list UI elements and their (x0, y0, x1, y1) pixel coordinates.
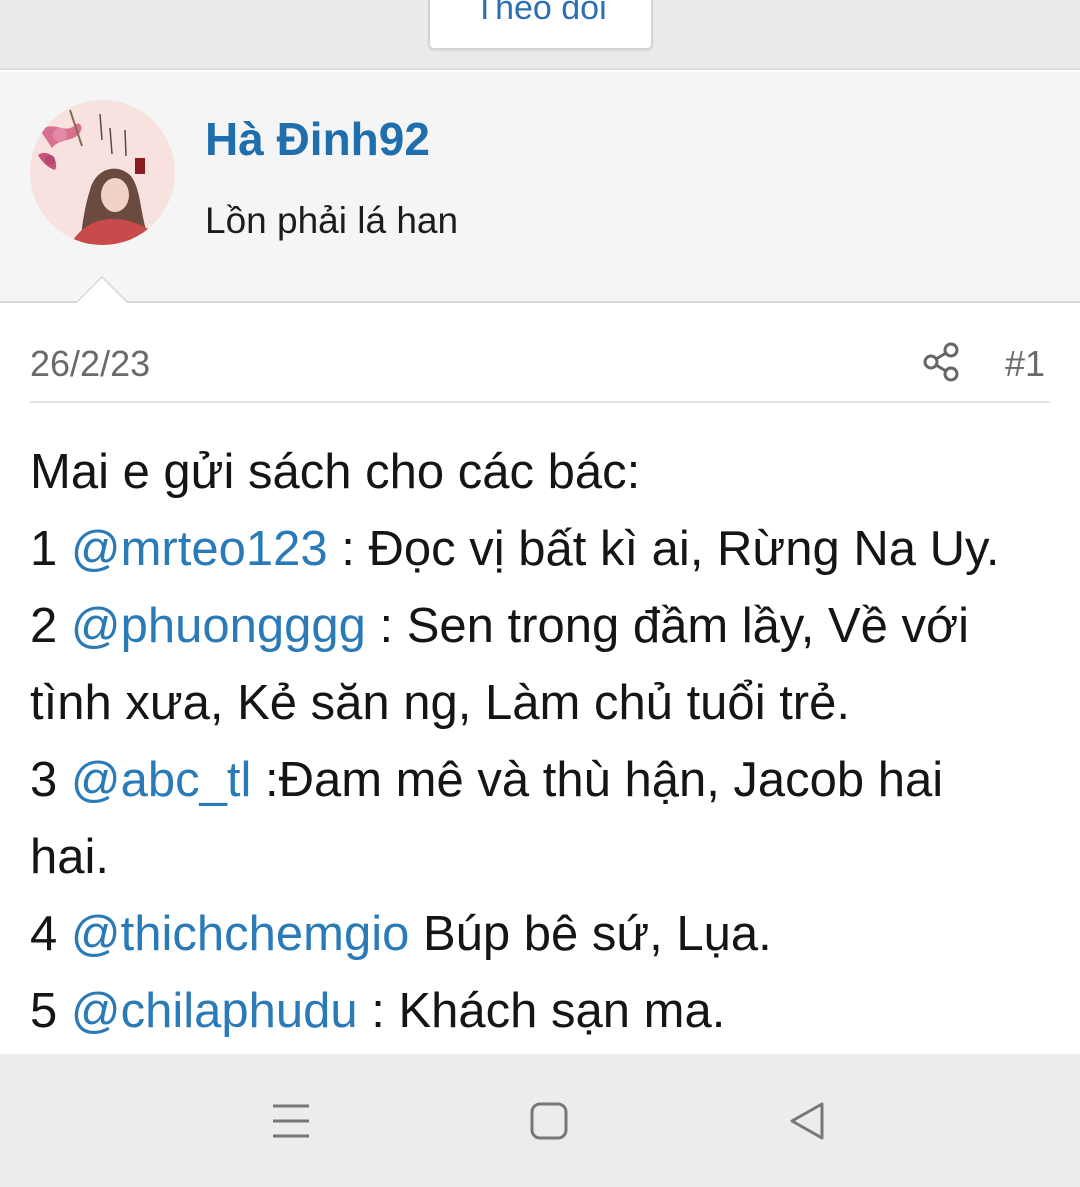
post-text: 4 (30, 907, 71, 961)
meta-divider (30, 401, 1050, 403)
user-mention-link[interactable]: @abc_tl (71, 753, 252, 807)
post-text: 2 (30, 599, 71, 653)
avatar[interactable] (30, 100, 175, 245)
post-text: tình xưa, Kẻ săn ng, Làm chủ tuổi trẻ. (30, 676, 850, 730)
post-date[interactable]: 26/2/23 (30, 343, 150, 385)
user-mention-link[interactable]: @phuongggg (71, 599, 366, 653)
back-triangle-icon[interactable] (782, 1096, 832, 1146)
username-link[interactable]: Hà Đinh92 (205, 112, 430, 166)
follow-button[interactable]: Theo dõi (428, 0, 653, 50)
post-number-link[interactable]: #1 (1005, 343, 1045, 385)
post-text: 3 (30, 753, 71, 807)
user-mention-link[interactable]: @thichchemgio (71, 907, 409, 961)
user-mention-link[interactable]: @mrteo123 (71, 522, 328, 576)
post-text: 1 (30, 522, 71, 576)
post-line: Mai e gửi sách cho các bác: (30, 434, 1040, 511)
user-mention-link[interactable]: @chilaphudu (71, 984, 358, 1038)
post-text: : Đọc vị bất kì ai, Rừng Na Uy. (327, 522, 1000, 576)
post-line: 2 @phuongggg : Sen trong đầm lầy, Về với (30, 588, 1040, 665)
share-icon[interactable] (922, 342, 962, 382)
post-text: 5 (30, 984, 71, 1038)
post-body: Mai e gửi sách cho các bác: 1 @mrteo123 :… (30, 434, 1040, 1050)
header-pointer (75, 276, 129, 303)
post-line: 4 @thichchemgio Búp bê sứ, Lụa. (30, 896, 1040, 973)
post-text: : Khách sạn ma. (357, 984, 726, 1038)
home-square-icon[interactable] (524, 1096, 574, 1146)
post-text: hai. (30, 830, 110, 884)
avatar-illustration (30, 100, 174, 245)
menu-icon[interactable] (266, 1096, 316, 1146)
post-text: :Đam mê và thù hận, Jacob hai (251, 753, 944, 807)
post-line: 1 @mrteo123 : Đọc vị bất kì ai, Rừng Na … (30, 511, 1040, 588)
user-title: Lồn phải lá han (205, 200, 459, 241)
post-line: tình xưa, Kẻ săn ng, Làm chủ tuổi trẻ. (30, 665, 1040, 742)
top-strip: Theo dõi (0, 0, 1080, 70)
post-line: 3 @abc_tl :Đam mê và thù hận, Jacob hai (30, 742, 1040, 819)
post-text: : Sen trong đầm lầy, Về với (365, 599, 970, 653)
post-text: Mai e gửi sách cho các bác: (30, 445, 641, 499)
post-line: 5 @chilaphudu : Khách sạn ma. (30, 973, 1040, 1050)
post-line: hai. (30, 819, 1040, 896)
post-text: Búp bê sứ, Lụa. (409, 907, 772, 961)
